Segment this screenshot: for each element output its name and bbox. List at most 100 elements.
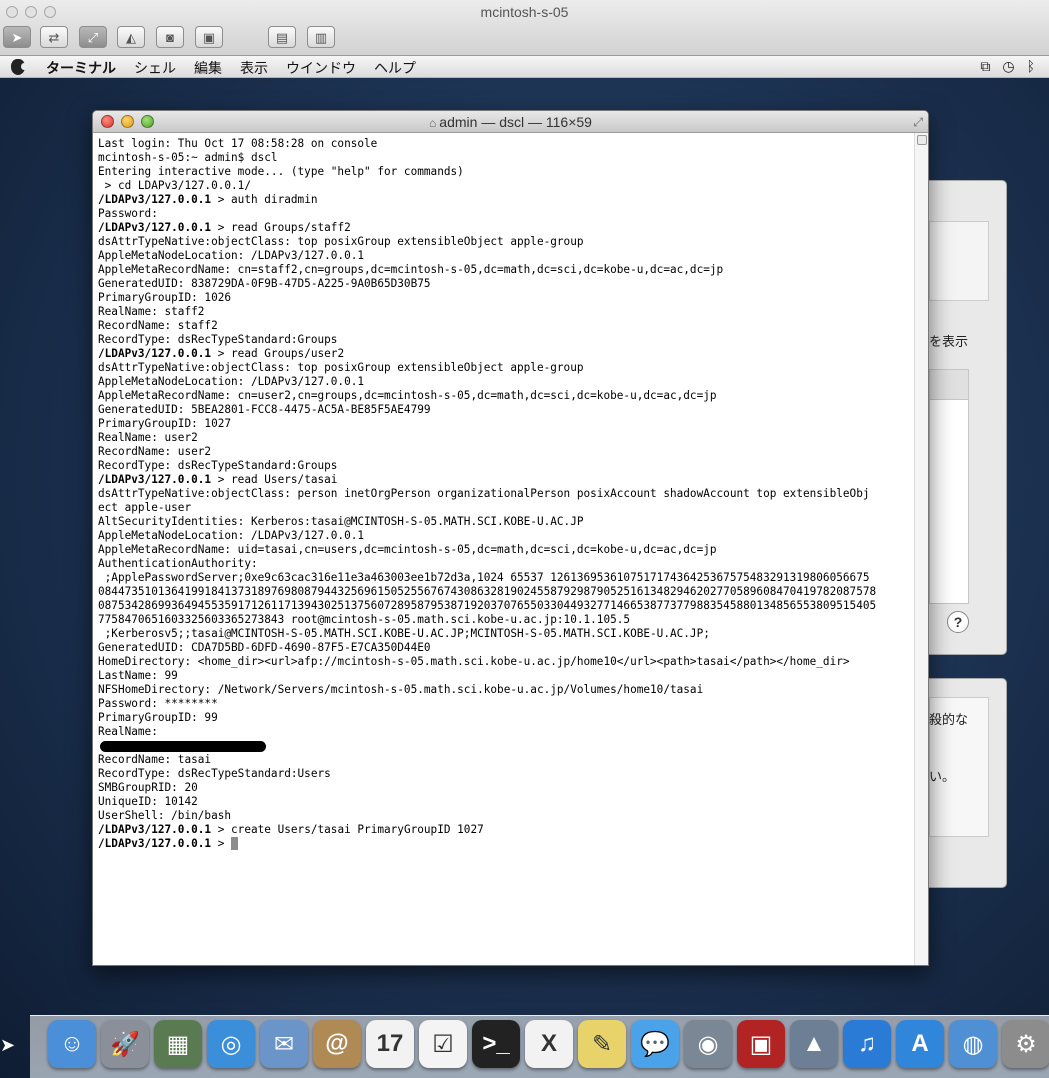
terminal-line: /LDAPv3/127.0.0.1 > read Groups/user2 bbox=[98, 347, 909, 361]
vm-window-titlebar: mcintosh-s-05 ➤ ⇄ ⤢ ◭ ◙ ▣ ▤ ▥ bbox=[0, 0, 1049, 56]
terminal-line: Password: ******** bbox=[98, 697, 218, 710]
mouse-cursor-icon: ➤ bbox=[0, 1035, 16, 1055]
terminal-scrollbar[interactable] bbox=[914, 133, 928, 965]
terminal-line: UniqueID: 10142 bbox=[98, 795, 198, 808]
screenshot-icon[interactable]: ◙ bbox=[156, 26, 184, 48]
background-text-2: 殺的な bbox=[929, 712, 969, 727]
prompt-path: /LDAPv3/127.0.0.1 bbox=[98, 193, 212, 206]
terminal-line: AltSecurityIdentities: Kerberos:tasai@MC… bbox=[98, 515, 584, 528]
home-icon: ⌂ bbox=[429, 116, 437, 130]
terminal-line: RecordType: dsRecTypeStandard:Groups bbox=[98, 333, 338, 346]
remote-control-icon[interactable]: ⇄ bbox=[40, 26, 68, 48]
command-text: > read Users/tasai bbox=[211, 473, 338, 486]
photo-booth-icon[interactable]: ▣ bbox=[737, 1020, 785, 1068]
menubar: ターミナル シェル 編集 表示 ウインドウ ヘルプ ⧉ ◷ ᛒ bbox=[0, 56, 1049, 78]
terminal-title-text: admin — dscl — 116×59 bbox=[439, 114, 592, 130]
terminal-line: 7758470651603325603365273843 root@mcinto… bbox=[98, 613, 631, 626]
full-screen-icon[interactable]: ▣ bbox=[195, 26, 223, 48]
dock: ☺ 🚀 ▦ ◎ ✉ @17 ☑ >_ X ✎ 💬 ◉ ▣ ▲ ♫ A ◍ ⚙ bbox=[30, 1015, 1049, 1078]
iphoto-icon[interactable]: ▲ bbox=[790, 1020, 838, 1068]
calendar-icon[interactable]: 17 bbox=[366, 1020, 414, 1068]
prompt-path: /LDAPv3/127.0.0.1 bbox=[98, 823, 212, 836]
terminal-line: GeneratedUID: 838729DA-0F9B-47D5-A225-9A… bbox=[98, 277, 431, 290]
terminal-line: PrimaryGroupID: 99 bbox=[98, 711, 218, 724]
background-text-1: を表示 bbox=[929, 334, 969, 349]
menu-help[interactable]: ヘルプ bbox=[374, 58, 416, 78]
terminal-titlebar[interactable]: ⌂ admin — dscl — 116×59 ⤢ bbox=[93, 111, 928, 133]
terminal-window[interactable]: ⌂ admin — dscl — 116×59 ⤢ Last login: Thu… bbox=[92, 110, 929, 966]
terminal-line: LastName: 99 bbox=[98, 669, 178, 682]
launchpad-icon[interactable]: 🚀 bbox=[101, 1020, 149, 1068]
text-cursor bbox=[231, 837, 239, 850]
scale-icon[interactable]: ◭ bbox=[117, 26, 145, 48]
terminal-line: /LDAPv3/127.0.0.1 > bbox=[98, 837, 909, 851]
background-text-3: い。 bbox=[929, 769, 956, 784]
terminal-line: 0875342869936494553591712611713943025137… bbox=[98, 599, 877, 612]
background-list bbox=[929, 369, 969, 604]
terminal-line: mcintosh-s-05:~ admin$ dscl bbox=[98, 151, 278, 164]
terminal-line: GeneratedUID: 5BEA2801-FCC8-4475-AC5A-BE… bbox=[98, 403, 431, 416]
command-text: > bbox=[211, 837, 232, 850]
prompt-path: /LDAPv3/127.0.0.1 bbox=[98, 473, 212, 486]
messages-icon[interactable]: 💬 bbox=[631, 1020, 679, 1068]
display-mirroring-icon[interactable]: ⧉ bbox=[980, 58, 990, 75]
vm-window-title: mcintosh-s-05 bbox=[480, 4, 569, 20]
menu-window[interactable]: ウインドウ bbox=[286, 58, 356, 78]
terminal-line: ;Kerberosv5;;tasai@MCINTOSH-S-05.MATH.SC… bbox=[98, 627, 710, 640]
prompt-path: /LDAPv3/127.0.0.1 bbox=[98, 221, 212, 234]
scrollbar-button[interactable] bbox=[917, 135, 927, 145]
clipboard-send-icon[interactable]: ▥ bbox=[307, 26, 335, 48]
finder-icon[interactable]: ☺ bbox=[48, 1020, 96, 1068]
terminal-line: RecordType: dsRecTypeStandard:Users bbox=[98, 767, 331, 780]
facetime-icon[interactable]: ◉ bbox=[684, 1020, 732, 1068]
menu-app-name[interactable]: ターミナル bbox=[46, 58, 116, 78]
terminal-line: AppleMetaNodeLocation: /LDAPv3/127.0.0.1 bbox=[98, 375, 365, 388]
terminal-line: RecordName: staff2 bbox=[98, 319, 218, 332]
terminal-line: Password: bbox=[98, 207, 158, 220]
bluetooth-icon[interactable]: ᛒ bbox=[1027, 58, 1035, 75]
terminal-line: HomeDirectory: <home_dir><url>afp://mcin… bbox=[98, 655, 850, 668]
stickies-icon[interactable]: ✎ bbox=[578, 1020, 626, 1068]
system-preferences-icon[interactable]: ⚙ bbox=[1002, 1020, 1049, 1068]
terminal-line: SMBGroupRID: 20 bbox=[98, 781, 198, 794]
terminal-icon[interactable]: >_ bbox=[472, 1020, 520, 1068]
terminal-line: ect apple-user bbox=[98, 501, 192, 514]
pointer-icon[interactable]: ➤ bbox=[3, 26, 31, 48]
fit-screen-icon[interactable]: ⤢ bbox=[79, 26, 107, 48]
terminal-line: Last login: Thu Oct 17 08:58:28 on conso… bbox=[98, 137, 378, 150]
app-store-icon[interactable]: A bbox=[896, 1020, 944, 1068]
terminal-line: /LDAPv3/127.0.0.1 > auth diradmin bbox=[98, 193, 909, 207]
mission-control-icon[interactable]: ▦ bbox=[154, 1020, 202, 1068]
redaction-mark bbox=[100, 741, 266, 752]
terminal-line: /LDAPv3/127.0.0.1 > read Users/tasai bbox=[98, 473, 909, 487]
menu-shell[interactable]: シェル bbox=[134, 58, 176, 78]
terminal-line: NFSHomeDirectory: /Network/Servers/mcint… bbox=[98, 683, 704, 696]
terminal-line: GeneratedUID: CDA7D5BD-6DFD-4690-87F5-E7… bbox=[98, 641, 431, 654]
help-button[interactable]: ? bbox=[947, 611, 969, 633]
terminal-line: /LDAPv3/127.0.0.1 > read Groups/staff2 bbox=[98, 221, 909, 235]
terminal-line: AppleMetaRecordName: cn=staff2,cn=groups… bbox=[98, 263, 724, 276]
fullscreen-icon[interactable]: ⤢ bbox=[913, 115, 923, 130]
terminal-line: ;ApplePasswordServer;0xe9c63cac316e11e3a… bbox=[98, 571, 870, 584]
menu-view[interactable]: 表示 bbox=[240, 58, 268, 78]
terminal-line: UserShell: /bin/bash bbox=[98, 809, 232, 822]
reminders-icon[interactable]: ☑ bbox=[419, 1020, 467, 1068]
terminal-line: dsAttrTypeNative:objectClass: top posixG… bbox=[98, 361, 584, 374]
menu-items: ターミナル シェル 編集 表示 ウインドウ ヘルプ bbox=[46, 58, 434, 78]
terminal-line: /LDAPv3/127.0.0.1 > create Users/tasai P… bbox=[98, 823, 909, 837]
command-text: > read Groups/staff2 bbox=[211, 221, 351, 234]
contacts-icon[interactable]: @ bbox=[313, 1020, 361, 1068]
time-machine-icon[interactable]: ◷ bbox=[1002, 58, 1014, 75]
command-text: > auth diradmin bbox=[211, 193, 318, 206]
itunes-icon[interactable]: ♫ bbox=[843, 1020, 891, 1068]
menu-edit[interactable]: 編集 bbox=[194, 58, 222, 78]
background-panel bbox=[929, 221, 989, 301]
clipboard-get-icon[interactable]: ▤ bbox=[268, 26, 296, 48]
mail-icon[interactable]: ✉ bbox=[260, 1020, 308, 1068]
safari-icon[interactable]: ◎ bbox=[207, 1020, 255, 1068]
x11-icon[interactable]: X bbox=[525, 1020, 573, 1068]
apple-menu-icon[interactable] bbox=[11, 59, 27, 75]
terminal-output[interactable]: Last login: Thu Oct 17 08:58:28 on conso… bbox=[93, 133, 914, 965]
network-icon[interactable]: ◍ bbox=[949, 1020, 997, 1068]
terminal-line: > cd LDAPv3/127.0.0.1/ bbox=[98, 179, 251, 192]
